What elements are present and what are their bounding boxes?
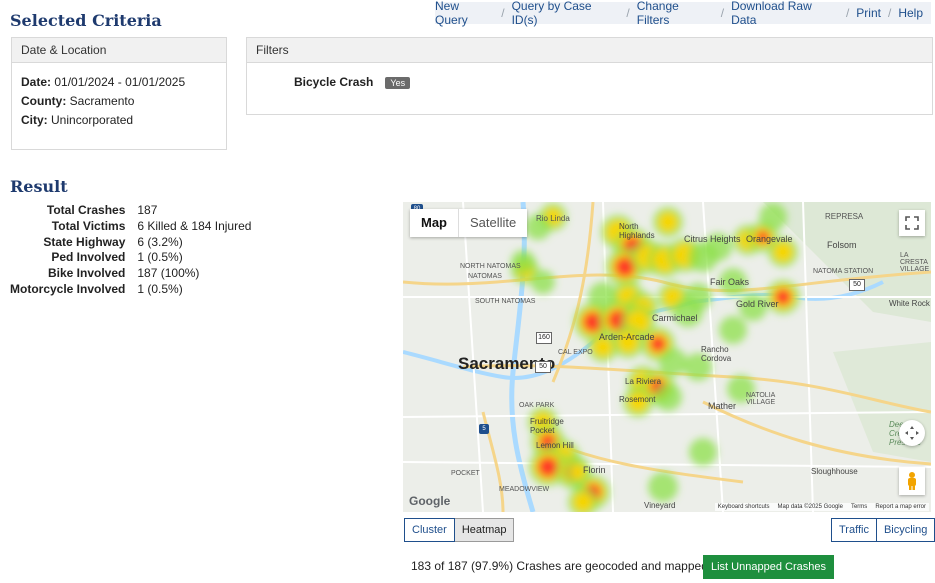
place-label: Fair Oaks bbox=[710, 277, 750, 287]
place-label: Lemon Hill bbox=[536, 441, 574, 450]
map-attribution: Keyboard shortcuts Map data ©2025 Google… bbox=[714, 503, 929, 511]
list-unmapped-crashes-button[interactable]: List Unnapped Crashes bbox=[703, 555, 834, 579]
place-label: Mather bbox=[708, 401, 737, 411]
place-label: Gold River bbox=[736, 299, 779, 309]
fullscreen-icon bbox=[905, 216, 919, 230]
place-label: Citrus Heights bbox=[684, 234, 741, 244]
heat-spot bbox=[759, 203, 787, 231]
place-label: Fruitridge Pocket bbox=[530, 417, 564, 435]
terms-link[interactable]: Terms bbox=[851, 504, 867, 510]
move-arrows-icon bbox=[905, 426, 919, 440]
help-link[interactable]: Help bbox=[898, 6, 923, 20]
place-label: La Riviera bbox=[625, 377, 662, 386]
county-value: Sacramento bbox=[69, 94, 135, 108]
place-label: NATOMA STATION bbox=[813, 268, 874, 275]
heat-spot-warm bbox=[573, 492, 593, 512]
highway-shield: 50 bbox=[849, 279, 865, 291]
place-label: NATOLIA VILLAGE bbox=[746, 392, 776, 406]
date-value: 01/01/2024 - 01/01/2025 bbox=[54, 75, 186, 89]
result-row: State Highway 6 (3.2%) bbox=[43, 234, 183, 249]
highway-shield: 160 bbox=[536, 332, 552, 344]
result-row: Motorcycle Involved 1 (0.5%) bbox=[10, 281, 183, 296]
date-row: Date: 01/01/2024 - 01/01/2025 bbox=[21, 75, 186, 89]
traffic-button[interactable]: Traffic bbox=[831, 518, 877, 542]
selected-criteria-title: Selected Criteria bbox=[10, 11, 162, 30]
map-mode-buttons: Cluster Heatmap bbox=[404, 518, 515, 542]
camera-control-button[interactable] bbox=[899, 420, 925, 446]
place-label: Arden-Arcade bbox=[599, 332, 655, 342]
place-label: NORTH NATOMAS bbox=[460, 263, 521, 270]
result-table: Total Crashes 187 Total Victims 6 Killed &… bbox=[10, 203, 251, 298]
change-filters-link[interactable]: Change Filters bbox=[637, 0, 714, 27]
fullscreen-button[interactable] bbox=[899, 210, 925, 236]
place-label: Florin bbox=[583, 465, 606, 475]
highway-shield: 50 bbox=[535, 361, 551, 373]
place-label: North Highlands bbox=[619, 222, 655, 240]
place-label: NATOMAS bbox=[468, 273, 502, 280]
cluster-button[interactable]: Cluster bbox=[404, 518, 455, 542]
heat-spot bbox=[684, 283, 712, 311]
place-label: REPRESA bbox=[825, 212, 864, 221]
map-layer-buttons: Traffic Bicycling bbox=[831, 518, 935, 542]
heat-spot-hot bbox=[538, 457, 558, 477]
map-type-toggle: Map Satellite bbox=[410, 209, 528, 237]
map-data-text: Map data ©2025 Google bbox=[777, 504, 843, 510]
place-label: Vineyard bbox=[644, 501, 676, 510]
date-location-panel: Date & Location Date: 01/01/2024 - 01/01… bbox=[11, 37, 227, 150]
google-logo: Google bbox=[409, 494, 451, 508]
place-label: SOUTH NATOMAS bbox=[475, 298, 536, 305]
place-label: LA CRESTA VILLAGE bbox=[900, 252, 930, 273]
heat-spot bbox=[531, 270, 555, 294]
filters-header: Filters bbox=[247, 38, 932, 63]
highway-shield: 5 bbox=[479, 424, 489, 434]
filters-panel: Filters Bicycle Crash Yes bbox=[246, 37, 933, 115]
place-label: CAL EXPO bbox=[558, 349, 593, 356]
crash-map[interactable]: Sacramento Rio Linda Citrus Heights Oran… bbox=[403, 202, 931, 512]
heat-spot bbox=[648, 472, 678, 502]
result-title: Result bbox=[10, 177, 68, 196]
print-link[interactable]: Print bbox=[856, 6, 881, 20]
result-row: Total Victims 6 Killed & 184 Injured bbox=[51, 218, 252, 233]
bicycle-crash-label: Bicycle Crash bbox=[294, 75, 374, 89]
bicycling-button[interactable]: Bicycling bbox=[876, 518, 935, 542]
place-label: Rio Linda bbox=[536, 214, 570, 223]
result-row: Total Crashes 187 bbox=[46, 203, 158, 217]
place-label: White Rock bbox=[889, 299, 930, 308]
place-label: Rancho Cordova bbox=[701, 345, 732, 363]
heat-spot bbox=[511, 250, 535, 274]
place-label: OAK PARK bbox=[519, 402, 555, 409]
top-nav: New Query / Query by Case ID(s) / Change F… bbox=[435, 0, 931, 27]
heat-spot-warm bbox=[773, 242, 793, 262]
county-row: County: Sacramento bbox=[21, 94, 135, 108]
street-view-pegman-button[interactable] bbox=[899, 467, 925, 495]
place-label: MEADOWVIEW bbox=[499, 486, 550, 493]
heatmap-button[interactable]: Heatmap bbox=[454, 518, 515, 542]
date-location-header: Date & Location bbox=[12, 38, 226, 63]
download-raw-data-link[interactable]: Download Raw Data bbox=[731, 0, 839, 27]
heat-spot-warm bbox=[658, 212, 678, 232]
query-by-case-id-link[interactable]: Query by Case ID(s) bbox=[512, 0, 620, 27]
city-value: Unincorporated bbox=[51, 113, 134, 127]
place-label: Carmichael bbox=[652, 313, 698, 323]
place-label: POCKET bbox=[451, 470, 480, 477]
pegman-icon bbox=[908, 472, 916, 490]
place-label: Orangevale bbox=[746, 234, 793, 244]
geocode-summary: 183 of 187 (97.9%) Crashes are geocoded … bbox=[411, 559, 712, 573]
map-type-satellite-button[interactable]: Satellite bbox=[458, 209, 527, 237]
result-row: Ped Involved 1 (0.5%) bbox=[51, 250, 183, 265]
bicycle-crash-badge: Yes bbox=[385, 76, 411, 89]
keyboard-shortcuts-link[interactable]: Keyboard shortcuts bbox=[718, 504, 770, 510]
city-row: City: Unincorporated bbox=[21, 113, 134, 127]
report-map-error-link[interactable]: Report a map error bbox=[875, 504, 926, 510]
heat-spot bbox=[719, 316, 747, 344]
place-label: Folsom bbox=[827, 240, 857, 250]
heat-spot bbox=[689, 438, 717, 466]
map-type-map-button[interactable]: Map bbox=[410, 209, 458, 237]
place-label: Sloughhouse bbox=[811, 467, 858, 476]
new-query-link[interactable]: New Query bbox=[435, 0, 494, 27]
place-label: Rosemont bbox=[619, 395, 656, 404]
result-row: Bike Involved 187 (100%) bbox=[48, 266, 200, 281]
heat-spot bbox=[654, 383, 682, 411]
